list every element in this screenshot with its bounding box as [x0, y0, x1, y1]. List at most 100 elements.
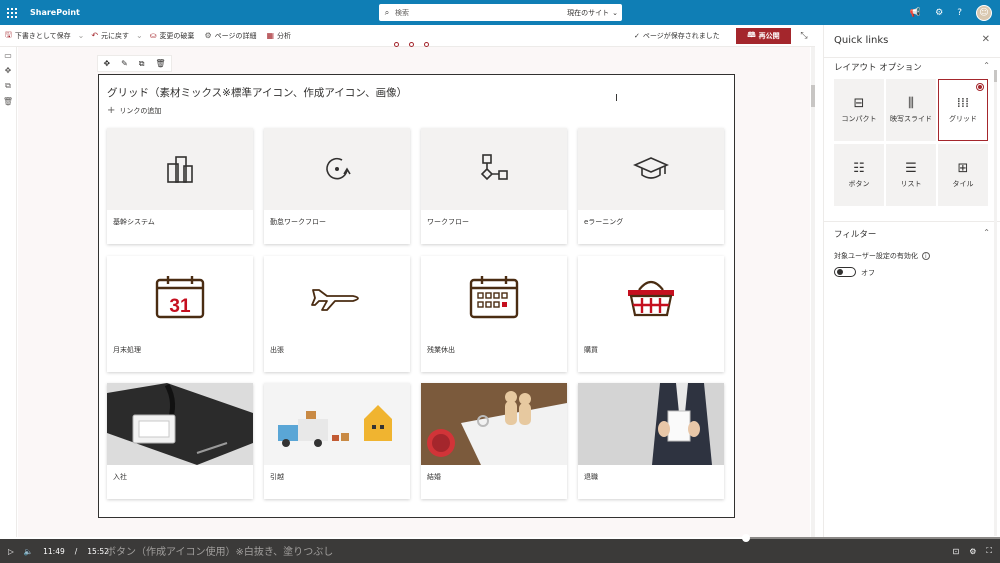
- layout-option-tile[interactable]: ⊞ タイル: [938, 144, 988, 206]
- discard-icon: ⛀: [149, 31, 157, 40]
- video-player-bar: ▷ 🔈 11:49 / 15:52 ボタン（作成アイコン使用）※白抜き、塗りつぶ…: [0, 534, 1000, 563]
- link-card[interactable]: 結婚: [421, 383, 567, 499]
- pencil-icon[interactable]: ✎: [121, 59, 128, 68]
- link-card-image: [578, 383, 724, 465]
- add-link-button[interactable]: + リンクの追加: [107, 105, 161, 116]
- add-section-icon[interactable]: [409, 42, 414, 47]
- section-toolbar-rail: ▭ ✥ ⧉ 🗑: [0, 47, 17, 537]
- link-card-label: 購買: [584, 346, 598, 354]
- info-icon[interactable]: i: [921, 252, 930, 260]
- search-scope-dropdown[interactable]: 現在のサイト ⌄: [567, 8, 618, 18]
- link-card[interactable]: 31 月末処理: [107, 256, 253, 372]
- link-card[interactable]: eラーニング: [578, 128, 724, 244]
- video-progress-bar[interactable]: [0, 534, 1000, 542]
- book-icon: 🕮: [747, 30, 756, 39]
- video-caption: ボタン（作成アイコン使用）※白抜き、塗りつぶし: [106, 547, 334, 558]
- shopping-basket-icon: [628, 280, 674, 317]
- layout-option-grid[interactable]: ⁞⁞⁞ グリッド: [938, 79, 988, 141]
- video-progress-knob[interactable]: [742, 534, 750, 542]
- play-icon[interactable]: ▷: [8, 547, 14, 556]
- link-card[interactable]: 引越: [264, 383, 410, 499]
- add-section-icon[interactable]: [394, 42, 399, 47]
- link-card[interactable]: ワークフロー: [421, 128, 567, 244]
- link-card[interactable]: 残業休出: [421, 256, 567, 372]
- fullscreen-icon[interactable]: ⛶: [986, 546, 992, 556]
- chevron-up-icon[interactable]: ⌃: [983, 228, 990, 237]
- canvas-scrollbar-thumb[interactable]: [811, 85, 815, 107]
- duplicate-icon[interactable]: ⧉: [5, 81, 11, 91]
- link-card-image: [264, 256, 410, 338]
- link-card-label: 結婚: [427, 473, 441, 481]
- link-card[interactable]: 出張: [264, 256, 410, 372]
- page-details-label: ページの詳細: [214, 31, 257, 40]
- toggle-state-text: オフ: [861, 269, 875, 277]
- link-card-image: 31: [107, 256, 253, 338]
- layout-option-list[interactable]: ☰ リスト: [886, 144, 936, 206]
- search-box[interactable]: ⌕ 検索 現在のサイト ⌄: [379, 4, 622, 21]
- airplane-icon: [311, 289, 359, 311]
- move-icon[interactable]: ✥: [5, 66, 12, 75]
- link-card-image: [264, 128, 410, 210]
- layout-option-label: タイル: [952, 179, 974, 188]
- help-icon[interactable]: ?: [957, 8, 962, 18]
- link-card[interactable]: 基幹システム: [107, 128, 253, 244]
- undo-label: 元に戻す: [101, 31, 130, 40]
- chevron-up-icon[interactable]: ⌃: [983, 61, 990, 70]
- subtitles-icon[interactable]: ⊡: [953, 547, 960, 556]
- avatar[interactable]: ☺: [976, 4, 992, 21]
- discard-label: 変更の破棄: [159, 31, 195, 40]
- cycle-arrow-icon: [326, 157, 351, 180]
- republish-button[interactable]: 🕮 再公開: [736, 28, 791, 44]
- audience-targeting-toggle[interactable]: [834, 267, 856, 277]
- id-card-lanyard-photo: [107, 383, 253, 465]
- duplicate-icon[interactable]: ⧉: [139, 59, 145, 69]
- property-pane: Quick links ✕ レイアウト オプション ⌃ ⊟ コンパクト ⫼ 映写…: [823, 25, 1000, 537]
- filter-section-header[interactable]: フィルター: [834, 228, 876, 240]
- add-section-icon[interactable]: [424, 42, 429, 47]
- close-icon[interactable]: ✕: [982, 34, 990, 45]
- compact-layout-icon: ⊟: [853, 95, 865, 111]
- divider: [824, 57, 1000, 58]
- link-card[interactable]: 入社: [107, 383, 253, 499]
- save-draft-button[interactable]: 🖫 下書きとして保存: [0, 29, 76, 43]
- webpart-title[interactable]: グリッド（素材ミックス※標準アイコン、作成アイコン、画像）: [107, 85, 407, 100]
- layout-option-compact[interactable]: ⊟ コンパクト: [834, 79, 884, 141]
- save-draft-chevron-icon[interactable]: ⌄: [76, 31, 87, 40]
- settings-icon[interactable]: ⚙: [969, 547, 976, 556]
- buildings-icon: [167, 156, 193, 183]
- collapse-icon[interactable]: ⤡: [796, 28, 812, 44]
- gear-icon[interactable]: ⚙: [935, 8, 943, 18]
- pane-scrollbar[interactable]: [994, 70, 997, 536]
- analytics-button[interactable]: ▦ 分析: [261, 31, 296, 41]
- layout-option-button[interactable]: ☷ ボタン: [834, 144, 884, 206]
- workflow-icon: [480, 154, 508, 181]
- megaphone-icon[interactable]: 📢: [910, 8, 921, 18]
- graduation-cap-icon: [633, 157, 669, 179]
- edit-section-icon[interactable]: ▭: [4, 51, 12, 60]
- undo-chevron-icon[interactable]: ⌄: [134, 31, 145, 40]
- link-card[interactable]: 退職: [578, 383, 724, 499]
- delete-icon[interactable]: 🗑: [3, 97, 13, 106]
- layout-option-label: リスト: [900, 179, 922, 188]
- link-card[interactable]: 勤怠ワークフロー: [264, 128, 410, 244]
- calendar-number: 31: [169, 296, 191, 317]
- search-placeholder: 検索: [395, 8, 409, 17]
- undo-button[interactable]: ↶ 元に戻す: [86, 31, 134, 41]
- canvas-scrollbar[interactable]: [811, 47, 815, 537]
- volume-icon[interactable]: 🔈: [24, 547, 33, 556]
- brand-name[interactable]: SharePoint: [30, 8, 80, 17]
- app-launcher-button[interactable]: [0, 0, 24, 25]
- layout-section-header[interactable]: レイアウト オプション: [834, 61, 922, 73]
- settings-icon: ⚙: [204, 31, 212, 40]
- analytics-icon: ▦: [266, 31, 275, 40]
- delete-icon[interactable]: 🗑: [155, 59, 165, 68]
- divider: [824, 221, 1000, 222]
- analytics-label: 分析: [277, 31, 292, 40]
- link-card-label: 基幹システム: [113, 218, 155, 226]
- layout-option-filmstrip[interactable]: ⫼ 映写スライド: [886, 79, 936, 141]
- pane-title: Quick links: [834, 35, 889, 46]
- move-icon[interactable]: ✥: [103, 59, 110, 68]
- page-details-button[interactable]: ⚙ ページの詳細: [199, 31, 261, 41]
- link-card[interactable]: 購買: [578, 256, 724, 372]
- discard-button[interactable]: ⛀ 変更の破棄: [145, 31, 200, 41]
